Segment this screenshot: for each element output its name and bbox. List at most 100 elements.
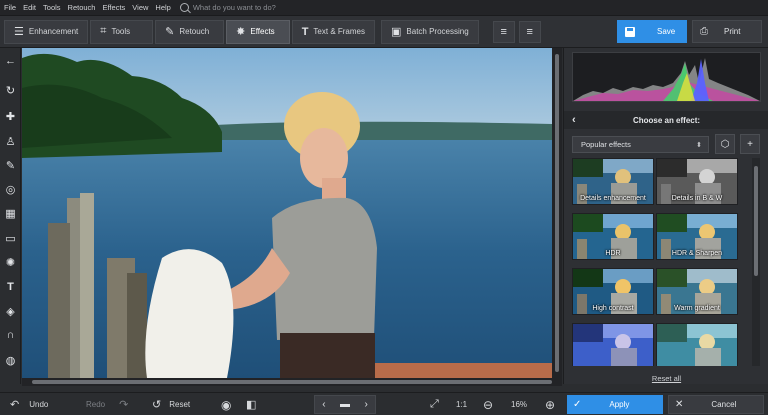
back-arrow-button[interactable]: ← — [0, 50, 21, 72]
canvas-vertical-scrollbar[interactable] — [552, 48, 562, 378]
healing-tool-button[interactable]: ✚ — [0, 105, 21, 127]
reset-button[interactable]: ↺ Reset — [152, 393, 190, 415]
apply-label: Apply — [609, 400, 630, 409]
menu-edit[interactable]: Edit — [23, 3, 36, 12]
menu-file[interactable]: File — [4, 3, 16, 12]
light-tool-button[interactable]: ✺ — [0, 251, 21, 273]
compare-button[interactable]: ◧ — [246, 393, 256, 415]
print-label: Print — [724, 27, 741, 36]
add-to-queue-button[interactable]: ≡ — [492, 20, 515, 43]
effect-category-select[interactable]: Popular effects ⬍ — [572, 136, 709, 153]
photo-image — [22, 48, 552, 378]
cube-icon: ⬡ — [720, 138, 730, 150]
fit-to-screen-button[interactable]: ⤢ — [430, 393, 439, 415]
tab-label: Tools — [111, 27, 131, 36]
preview-toggle-button[interactable]: ◉ — [221, 393, 231, 415]
zoom-in-button[interactable]: ⊕ — [545, 393, 555, 415]
print-button[interactable]: ⎙ Print — [692, 20, 762, 43]
effect-label: Warm gradient — [674, 305, 720, 312]
effects-panel-header: ‹ Choose an effect: — [564, 111, 768, 129]
menu-search[interactable]: What do you want to do? — [179, 3, 276, 12]
canvas-horizontal-scrollbar[interactable] — [22, 378, 562, 386]
tab-retouch[interactable]: ✎ Retouch — [155, 19, 225, 44]
save-button[interactable]: Save — [617, 20, 687, 43]
tab-effects[interactable]: ✸ Effects — [226, 19, 290, 44]
globe-tool-button[interactable]: ◍ — [0, 349, 21, 371]
effects-scrollbar[interactable] — [752, 158, 760, 366]
zoom-value: 16% — [511, 400, 528, 409]
apply-button[interactable]: ✓ Apply — [567, 395, 663, 414]
effect-preview — [657, 324, 737, 366]
effect-thumb-high-contrast[interactable]: High contrast — [572, 268, 654, 315]
add-effect-button[interactable]: + — [740, 134, 760, 154]
bandage-icon: ✚ — [5, 110, 16, 123]
tab-batch-processing[interactable]: ▣ Batch Processing — [381, 19, 479, 44]
text-tool-button[interactable]: T — [0, 276, 21, 298]
queue-list-button[interactable]: ≡ — [518, 20, 541, 43]
folder-icon[interactable]: ▬ — [340, 399, 350, 410]
actual-size-button[interactable]: 1:1 — [456, 393, 467, 415]
ratio-label: 1:1 — [456, 400, 468, 409]
bottom-bar: ↶ Undo Redo ↷ ↺ Reset ◉ ◧ ‹ ▬ › ⤢ 1:1 ⊖ … — [0, 392, 768, 415]
brush-icon: ✎ — [5, 159, 16, 172]
chevron-left-icon[interactable]: ‹ — [572, 114, 576, 126]
next-image-icon[interactable]: › — [364, 399, 367, 410]
effect-label: HDR & Sharpen — [671, 250, 723, 257]
brush-icon: ✎ — [165, 26, 175, 38]
fill-tool-button[interactable]: ◈ — [0, 300, 21, 322]
text-icon: T — [7, 281, 14, 293]
tab-enhancement[interactable]: ☰ Enhancement — [4, 19, 89, 44]
menu-view[interactable]: View — [132, 3, 148, 12]
minus-circle-icon: ⊖ — [483, 397, 494, 412]
menu-help[interactable]: Help — [155, 3, 170, 12]
menu-bar: File Edit Tools Retouch Effects View Hel… — [0, 0, 768, 16]
sun-icon: ✺ — [5, 256, 16, 269]
undo-label: Undo — [29, 400, 49, 409]
stamp-icon: ♙ — [5, 135, 16, 148]
brush-tool-button[interactable]: ✎ — [0, 154, 21, 176]
effect-label: High contrast — [592, 305, 634, 312]
menu-retouch[interactable]: Retouch — [68, 3, 96, 12]
cancel-label: Cancel — [711, 400, 737, 409]
histogram-graph — [573, 58, 760, 101]
undo-button[interactable]: ↶ Undo — [10, 393, 48, 415]
cancel-button[interactable]: ✕ Cancel — [668, 395, 764, 414]
tab-label: Enhancement — [28, 27, 79, 36]
effect-thumb-hdr-sharpen[interactable]: HDR & Sharpen — [656, 213, 738, 260]
clone-stamp-button[interactable]: ♙ — [0, 130, 21, 152]
effect-preview — [573, 324, 653, 366]
menu-effects[interactable]: Effects — [102, 3, 125, 12]
bucket-icon: ◈ — [6, 305, 15, 318]
check-icon: ✓ — [573, 399, 582, 410]
zoom-out-button[interactable]: ⊖ — [483, 393, 493, 415]
tab-tools[interactable]: ⌗ Tools — [90, 19, 154, 44]
photo-canvas[interactable] — [22, 48, 552, 378]
reset-icon: ↺ — [152, 399, 162, 411]
grid-tool-button[interactable]: ▦ — [0, 202, 21, 224]
floppy-icon — [625, 26, 635, 37]
menu-tools[interactable]: Tools — [43, 3, 61, 12]
radial-tool-button[interactable]: ◎ — [0, 178, 21, 200]
sliders-icon: ☰ — [14, 26, 24, 38]
rotate-button[interactable]: ↻ — [0, 79, 21, 101]
crop-icon: ⌗ — [100, 25, 107, 37]
compare-icon: ◧ — [246, 399, 257, 411]
redo-button[interactable]: Redo ↷ — [86, 393, 128, 415]
effect-thumb-details-enhancement[interactable]: Details enhancement — [572, 158, 654, 205]
effect-thumb-details-bw[interactable]: Details in B & W — [656, 158, 738, 205]
effect-thumb-teal[interactable] — [656, 323, 738, 366]
tab-text-frames[interactable]: T Text & Frames — [291, 19, 375, 44]
reset-all-link[interactable]: Reset all — [564, 374, 768, 383]
effect-thumb-hdr[interactable]: HDR — [572, 213, 654, 260]
magnet-tool-button[interactable]: ∩ — [0, 324, 21, 346]
eye-icon: ◉ — [221, 397, 232, 412]
redo-icon: ↷ — [119, 399, 129, 411]
effect-thumb-blue[interactable] — [572, 323, 654, 366]
plus-circle-icon: ⊕ — [545, 397, 556, 412]
vignette-tool-button[interactable]: ▭ — [0, 227, 21, 249]
prev-image-icon[interactable]: ‹ — [322, 399, 325, 410]
rotate-icon: ↻ — [5, 84, 16, 97]
effects-grid: Details enhancement Details in B & W HDR… — [572, 158, 748, 366]
effect-thumb-warm-gradient[interactable]: Warm gradient — [656, 268, 738, 315]
effect-package-button[interactable]: ⬡ — [715, 134, 735, 154]
